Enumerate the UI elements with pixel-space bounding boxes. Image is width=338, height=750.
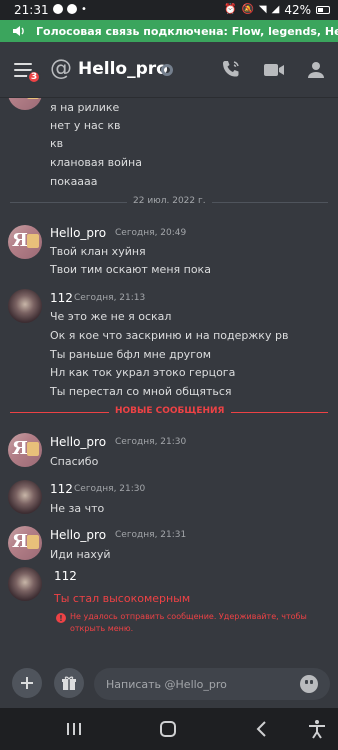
message-text: Твои тим оскают меня пока: [50, 263, 211, 276]
avatar[interactable]: [8, 225, 42, 259]
message-timestamp: Сегодня, 21:31: [115, 530, 187, 540]
chat-notification-icon: [53, 4, 63, 14]
gift-icon: [62, 676, 76, 690]
message-text: Ты раньше бфл мне другом: [50, 348, 212, 361]
message-author[interactable]: Hello_pro: [50, 435, 106, 449]
message-text: я на рилике: [50, 101, 120, 114]
message-input[interactable]: [94, 668, 330, 700]
date-divider-label: 22 июл. 2022 г.: [127, 196, 212, 206]
message-timestamp: Сегодня, 21:30: [74, 484, 146, 494]
message-timestamp: Сегодня, 20:49: [115, 228, 187, 238]
message-text: Спасибо: [50, 455, 99, 468]
cloud-icon: [67, 4, 77, 14]
voice-call-button[interactable]: [219, 58, 243, 82]
send-error-note: Не удалось отправить сообщение. Удержива…: [70, 612, 307, 633]
message-author[interactable]: 112: [50, 482, 73, 496]
message-text: покаааа: [50, 175, 98, 188]
voice-banner-text: Голосовая связь подключена: Flow, legend…: [36, 24, 338, 38]
composer-bar: [0, 664, 338, 708]
failed-message-text[interactable]: Ты стал высокомерным: [54, 592, 190, 605]
video-camera-icon: [264, 64, 284, 76]
wifi-icon: ◥: [258, 4, 267, 15]
people-icon: [308, 62, 324, 78]
message-text: Ты перестал со мной общяться: [50, 385, 232, 398]
message-text: Иди нахуй: [50, 548, 111, 561]
new-messages-label: НОВЫЕ СООБЩЕНИЯ: [109, 406, 231, 416]
system-nav-bar: [0, 708, 338, 750]
avatar[interactable]: [8, 433, 42, 467]
home-icon: [160, 721, 176, 737]
accessibility-button[interactable]: [306, 718, 328, 740]
message-text: Не за что: [50, 502, 105, 515]
home-button[interactable]: [157, 718, 179, 740]
error-icon: !: [56, 613, 66, 623]
message-author[interactable]: 112: [54, 569, 77, 583]
voice-connected-banner[interactable]: Голосовая связь подключена: Flow, legend…: [0, 20, 338, 42]
message-text: нет у нас кв: [50, 119, 121, 132]
avatar[interactable]: [8, 526, 42, 560]
message-list[interactable]: я на рилике нет у нас кв кв клановая вой…: [0, 98, 338, 664]
page-title: Hello_pro: [78, 59, 168, 79]
channel-header: @ Hello_pro: [0, 42, 338, 98]
avatar[interactable]: [8, 98, 42, 110]
message-text: кв: [50, 137, 64, 150]
signal-icon: ◢: [271, 4, 280, 15]
avatar[interactable]: [8, 480, 42, 514]
avatar[interactable]: [8, 567, 42, 601]
battery-icon: [316, 6, 330, 14]
dm-at-icon: @: [50, 56, 72, 81]
message-text: Твой клан хуйня: [50, 245, 146, 258]
status-bar: 21:31 • ⏰ 🔕 ◥ ◢ 42%: [0, 0, 338, 20]
message-author[interactable]: 112: [50, 291, 73, 305]
recent-apps-button[interactable]: [63, 718, 85, 740]
phone-icon: [223, 61, 239, 77]
dots-icon: •: [81, 4, 87, 15]
message-text: Че это же не я оскал: [50, 310, 172, 323]
accessibility-icon: [309, 720, 325, 739]
message-text: Ок я кое что заскриню и на подержку рв: [50, 329, 289, 342]
offline-status-icon: [161, 64, 173, 76]
message-text: Нл как ток украл этоко герцога: [50, 366, 236, 379]
video-call-button[interactable]: [262, 58, 286, 82]
member-list-button[interactable]: [304, 58, 328, 82]
speaker-icon: [12, 24, 26, 38]
recent-apps-icon: [67, 723, 81, 735]
message-text: клановая война: [50, 156, 142, 169]
mute-icon: 🔕: [241, 4, 254, 15]
attach-button[interactable]: [12, 668, 42, 698]
message-author[interactable]: Hello_pro: [50, 528, 106, 542]
unread-badge: 3: [27, 70, 41, 84]
status-time: 21:31: [14, 3, 49, 17]
plus-icon: [21, 677, 33, 689]
back-button[interactable]: [251, 718, 273, 740]
message-author[interactable]: Hello_pro: [50, 226, 106, 240]
emoji-button[interactable]: [300, 675, 318, 693]
avatar[interactable]: [8, 289, 42, 323]
message-timestamp: Сегодня, 21:13: [74, 293, 146, 303]
back-icon: [256, 721, 266, 737]
gift-button[interactable]: [54, 668, 84, 698]
message-timestamp: Сегодня, 21:30: [115, 437, 187, 447]
alarm-icon: ⏰: [224, 4, 237, 15]
battery-percent: 42%: [284, 3, 311, 17]
